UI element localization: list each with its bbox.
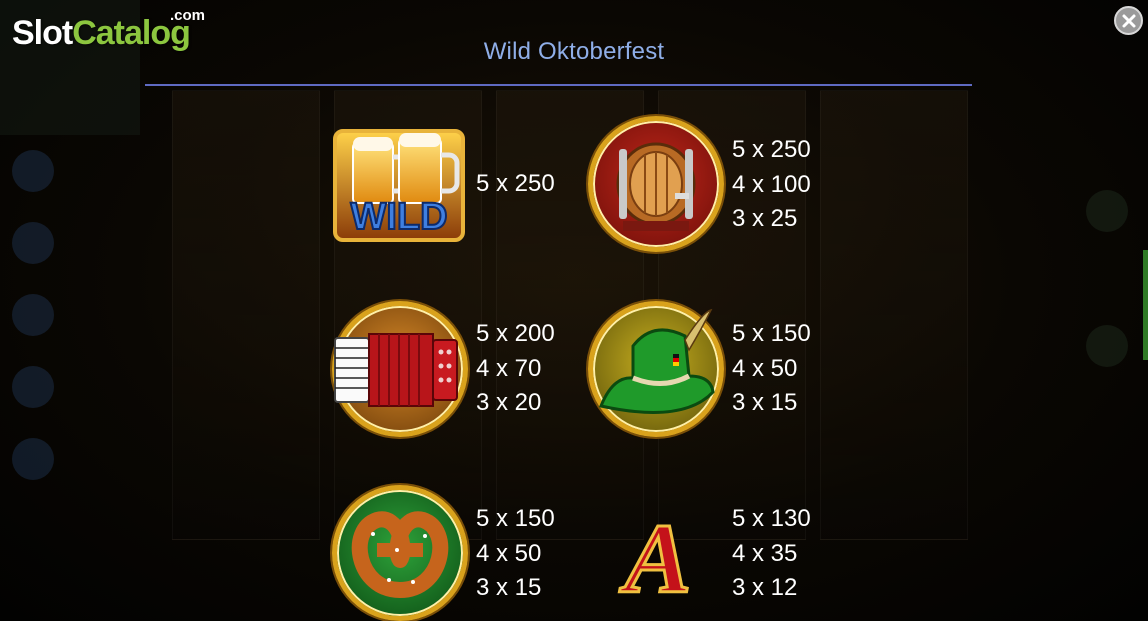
side-button-bg — [12, 366, 54, 408]
side-button-bg — [12, 150, 54, 192]
side-button-bg — [1086, 190, 1128, 232]
pay-value: 4 x 100 — [732, 170, 811, 198]
side-button-bg — [12, 222, 54, 264]
pay-value: 5 x 200 — [476, 320, 555, 347]
reel-bg — [820, 90, 968, 540]
pay-value: 3 x 15 — [732, 389, 798, 416]
side-button-bg — [12, 438, 54, 480]
letter-a-label: A — [619, 503, 692, 605]
pretzel-pays: 5 x 150 4 x 50 3 x 15 — [476, 502, 555, 606]
pretzel-icon — [332, 485, 468, 621]
pay-value: 5 x 250 — [732, 136, 811, 163]
letter-a-pays: 5 x 130 4 x 35 3 x 12 — [732, 502, 811, 606]
pay-value: 5 x 150 — [476, 505, 555, 532]
pay-value: 3 x 25 — [732, 205, 798, 232]
game-background — [0, 0, 1148, 621]
side-button-bg — [12, 294, 54, 336]
pay-value: 4 x 70 — [476, 354, 542, 382]
wild-label: WILD — [350, 196, 447, 238]
wild-beer-mugs-icon: WILD — [333, 129, 465, 242]
paytable-title: Wild Oktoberfest — [483, 38, 665, 65]
letter-a-icon: A — [608, 500, 708, 616]
pay-value: 4 x 50 — [476, 539, 542, 567]
accordion-icon — [332, 301, 468, 437]
barrel-icon — [588, 116, 724, 252]
wild-pays: 5 x 250 — [476, 167, 555, 202]
close-button[interactable] — [1114, 6, 1143, 35]
hat-icon — [588, 301, 724, 437]
close-icon — [1122, 14, 1135, 27]
accordion-pays: 5 x 200 4 x 70 3 x 20 — [476, 317, 555, 421]
pay-value: 5 x 130 — [732, 505, 811, 532]
pay-value: 4 x 50 — [732, 354, 798, 382]
hat-pays: 5 x 150 4 x 50 3 x 15 — [732, 317, 811, 421]
pay-value: 5 x 250 — [476, 170, 555, 197]
reel-bg — [172, 90, 320, 540]
barrel-pays: 5 x 250 4 x 100 3 x 25 — [732, 133, 811, 237]
side-button-bg — [1086, 325, 1128, 367]
pay-value: 5 x 150 — [732, 320, 811, 347]
title-divider — [145, 84, 972, 86]
pay-value: 3 x 15 — [476, 574, 542, 601]
pay-value: 3 x 20 — [476, 389, 542, 416]
pay-value: 4 x 35 — [732, 539, 798, 567]
logo-com-text: .com — [170, 7, 206, 24]
edge-accent — [1143, 250, 1148, 360]
pay-value: 3 x 12 — [732, 574, 798, 601]
